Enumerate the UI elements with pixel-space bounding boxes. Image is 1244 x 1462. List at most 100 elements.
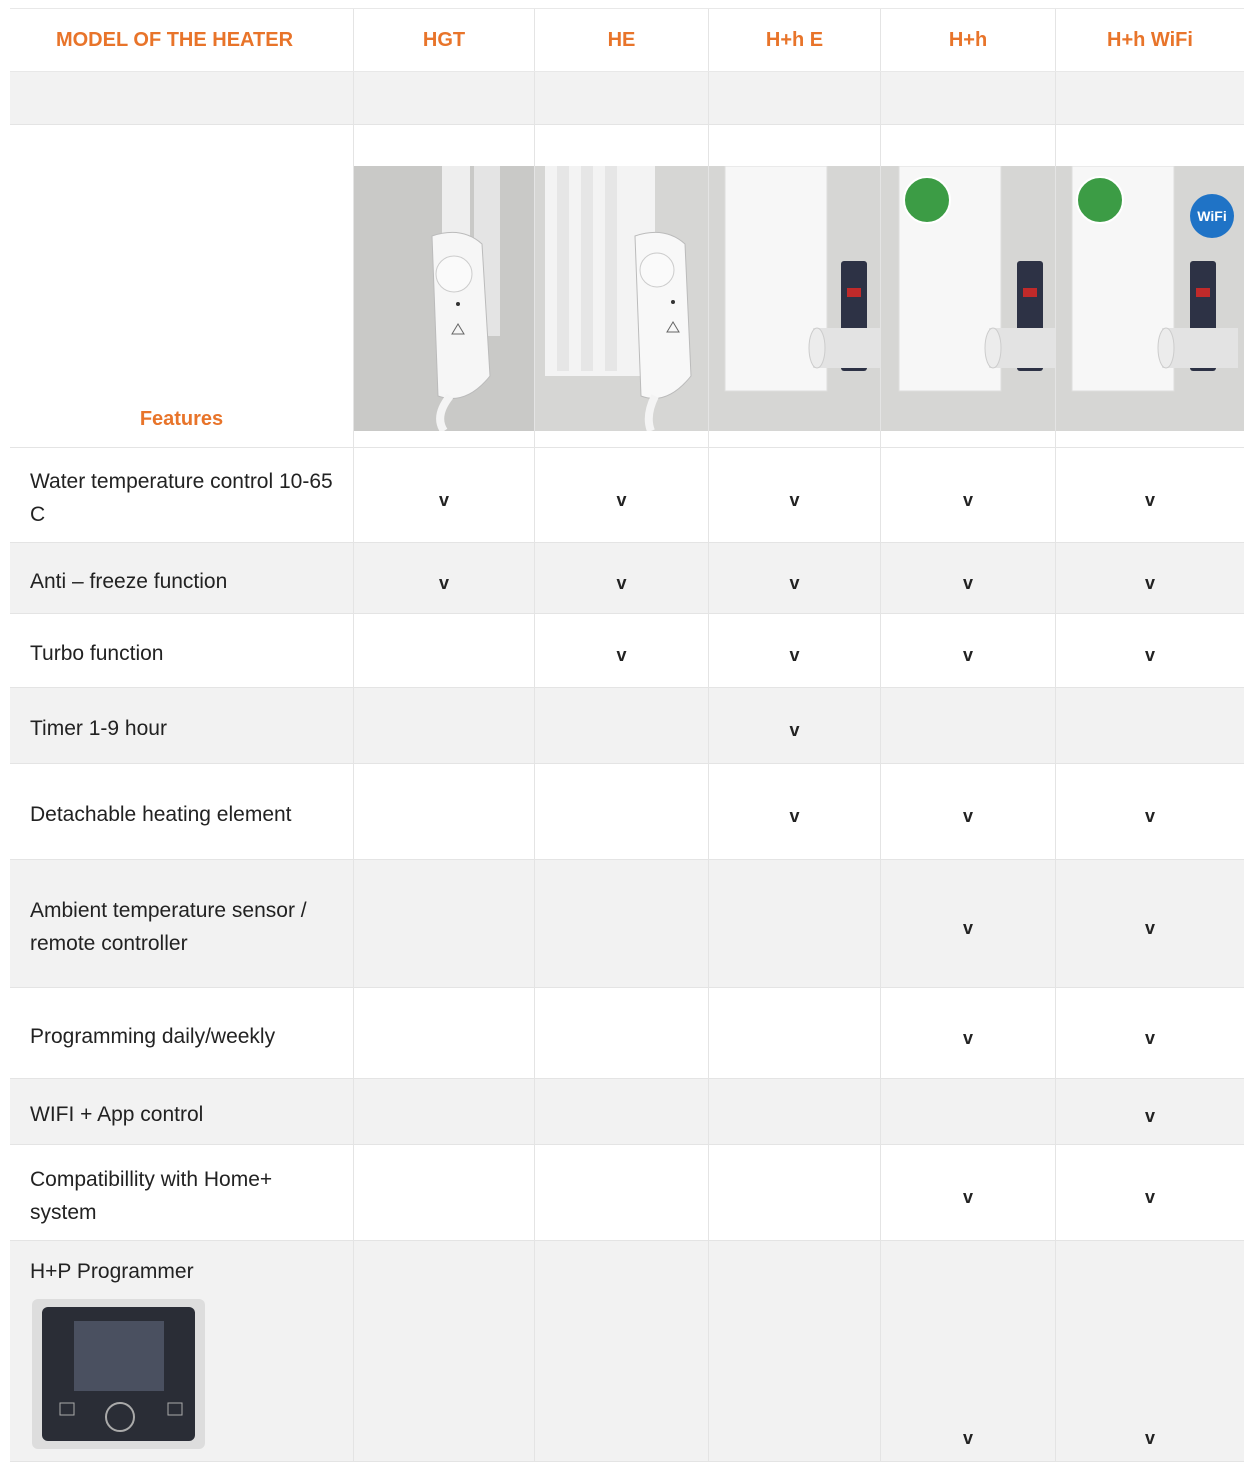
programmer-device-image [32,1299,205,1449]
feature-label: Water temperature control 10-65 C [10,448,354,542]
check-hgt: v [354,448,535,542]
check-hh-e [709,1241,881,1461]
header-row: MODEL OF THE HEATER HGT HE H+h E H+h H+h… [10,8,1244,72]
check-hgt [354,614,535,687]
check-hh-wifi: v [1144,1106,1155,1126]
feature-label: Detachable heating element [10,764,354,859]
check-hh-e: v [709,764,881,859]
feature-label: Programming daily/weekly [10,988,354,1078]
hh-heater-image [881,166,1055,431]
check-he [535,1241,709,1461]
feature-label-text: WIFI + App control [30,1103,204,1126]
check-hh [881,688,1056,763]
feature-label-text: Detachable heating element [30,803,292,826]
check-hh-wifi: v [1144,645,1155,665]
check-hgt [354,764,535,859]
check-hgt [354,988,535,1078]
check-hgt [354,688,535,763]
check-hgt [354,1079,535,1144]
check-he [535,688,709,763]
feature-row-anti-freeze: Anti – freeze function v v v v v [10,543,1244,614]
check-hgt [354,1145,535,1240]
check-hh: v [881,614,1056,687]
feature-rows: Water temperature control 10-65 Cv v v v v An… [10,448,1244,1462]
wifi-badge-icon: WiFi [1190,194,1234,238]
check-hh: v [881,1241,1056,1461]
comparison-table: MODEL OF THE HEATER HGT HE H+h E H+h H+h… [10,8,1244,1462]
feature-label: Anti – freeze function [10,543,354,613]
check-hh-e [709,1145,881,1240]
feature-label-text: Programming daily/weekly [30,1024,276,1048]
check-hh-e: v [709,614,881,687]
feature-row-ambient-sensor: Ambient temperature sensor / remote cont… [10,860,1244,988]
feature-label-text: Water temperature control 10-65 C [30,470,333,526]
check-he: v [535,614,709,687]
check-hh: v [881,448,1056,542]
check-hh-e: v [709,448,881,542]
feature-row-home-plus: Compatibillity with Home+ system v v [10,1145,1244,1241]
model-hgt: HGT [354,9,535,71]
check-hh-wifi: v [1144,573,1155,593]
feature-row-programming: Programming daily/weekly v v [10,988,1244,1079]
check-hh-e [709,1079,881,1144]
feature-label-text: Ambient temperature sensor / remote cont… [30,898,307,955]
he-heater-image [535,166,708,431]
check-hgt [354,860,535,987]
feature-label: Ambient temperature sensor / remote cont… [10,860,354,987]
check-hh: v [881,543,1056,613]
feature-row-hp-programmer: H+P Programmer v v [10,1241,1244,1462]
check-hh-wifi: v [1144,1028,1155,1048]
check-he: v [535,543,709,613]
feature-row-timer: Timer 1-9 hour v [10,688,1244,764]
model-he: HE [535,9,709,71]
model-hh-e: H+h E [709,9,881,71]
check-hh-e [709,860,881,987]
check-hh-e: v [709,543,881,613]
feature-row-turbo: Turbo function v v v v [10,614,1244,688]
check-hh: v [881,764,1056,859]
check-he: v [535,448,709,542]
feature-label-text: H+P Programmer [30,1260,194,1283]
ecodesign-badge-icon [903,176,951,224]
check-he [535,1079,709,1144]
check-he [535,764,709,859]
check-hh-e: v [709,688,881,763]
check-hh-wifi: v [1144,806,1155,826]
hh-e-heater-image [709,166,880,431]
check-hh: v [881,860,1056,987]
feature-row-water-temp: Water temperature control 10-65 Cvvvvv [10,448,1244,543]
image-row: Features WiFi [10,125,1244,448]
check-hh-wifi: v [1144,490,1155,510]
check-hgt [354,1241,535,1461]
feature-row-detachable: Detachable heating element v v v [10,764,1244,860]
feature-label: Timer 1-9 hour [10,688,354,763]
feature-label-text: Timer 1-9 hour [30,717,167,740]
ecodesign-badge-icon [1076,176,1124,224]
check-hh: v [881,1145,1056,1240]
feature-row-wifi-app: WIFI + App control v [10,1079,1244,1145]
check-hh-wifi: v [1144,1187,1155,1207]
feature-label: WIFI + App control [10,1079,354,1144]
features-label: Features [139,408,224,430]
check-he [535,1145,709,1240]
check-hh-e [709,988,881,1078]
feature-label-text: Turbo function [30,642,164,665]
check-hh-wifi [1056,688,1244,763]
feature-label: H+P Programmer [10,1241,354,1461]
check-he [535,988,709,1078]
model-header: MODEL OF THE HEATER [10,9,354,71]
feature-label-text: Anti – freeze function [30,569,228,593]
check-hh [881,1079,1056,1144]
check-he [535,860,709,987]
feature-label: Turbo function [10,614,354,687]
feature-label: Compatibillity with Home+ system [10,1145,354,1240]
hh-wifi-heater-image: WiFi [1056,166,1244,431]
feature-label-text: Compatibillity with Home+ system [30,1167,273,1224]
spacer-row [10,72,1244,125]
check-hh-wifi: v [1144,918,1155,938]
hgt-heater-image [354,166,534,431]
check-hh-wifi: v [1144,1428,1155,1448]
model-hh: H+h [881,9,1056,71]
model-hh-wifi: H+h WiFi [1107,28,1193,51]
check-hgt: v [354,543,535,613]
